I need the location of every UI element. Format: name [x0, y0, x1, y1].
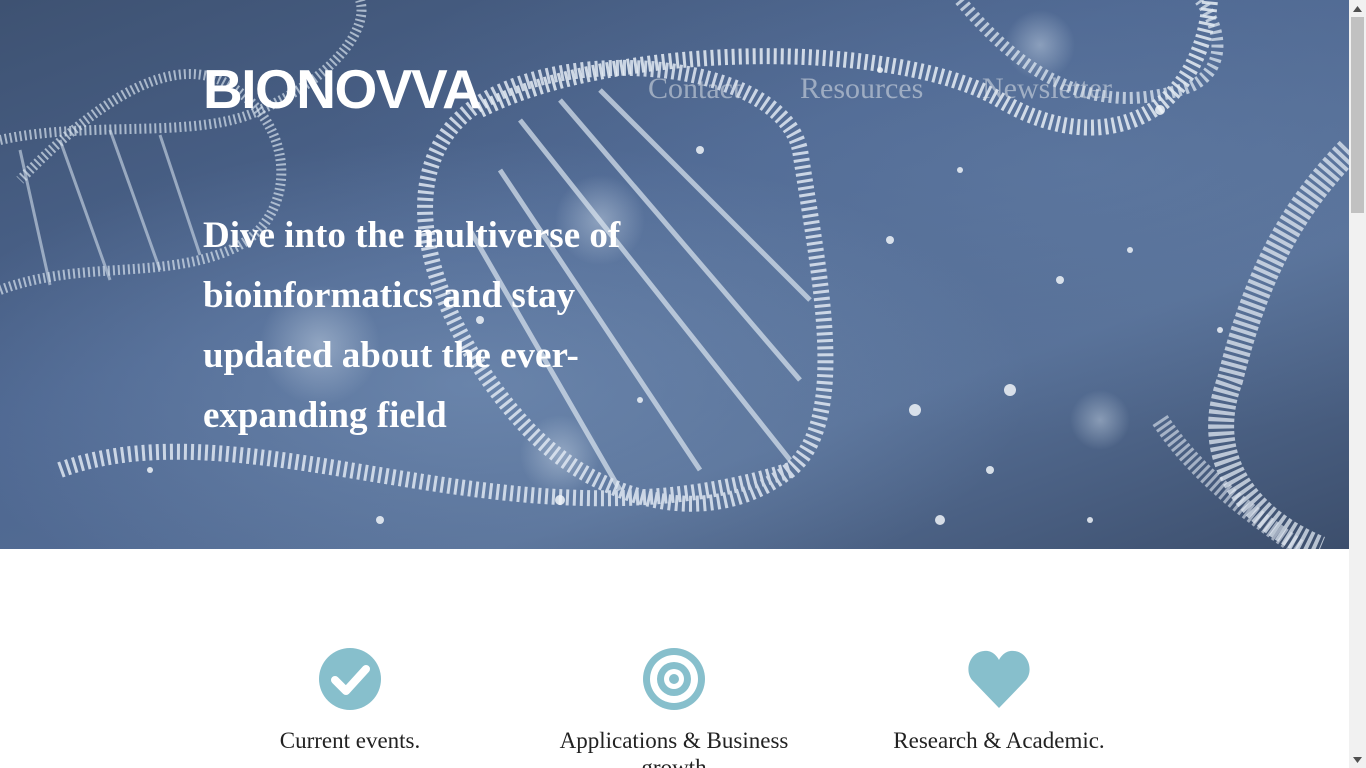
hero-banner: BIONOVVA Contact Resources Newsletter Di… — [0, 0, 1349, 549]
nav-link-newsletter[interactable]: Newsletter — [982, 70, 1112, 108]
feature-label: Current events. — [279, 728, 421, 753]
scrollbar-thumb[interactable] — [1351, 17, 1364, 213]
vertical-scrollbar[interactable] — [1349, 0, 1366, 768]
heart-icon — [968, 650, 1030, 708]
hero-tagline: Dive into the multiverse of bioinformati… — [203, 215, 621, 436]
check-circle-icon — [319, 648, 381, 710]
feature-applications-business: Applications & Business growth — [544, 648, 804, 768]
feature-label: Applications & Business growth — [559, 728, 789, 768]
brand-logo[interactable]: BIONOVVA — [203, 58, 482, 120]
scroll-down-arrow-icon[interactable] — [1349, 751, 1366, 768]
scroll-up-arrow-icon[interactable] — [1349, 0, 1366, 17]
nav-link-contact[interactable]: Contact — [648, 70, 741, 108]
nav-link-resources[interactable]: Resources — [800, 70, 923, 108]
target-icon — [643, 648, 705, 710]
feature-label: Research & Academic. — [893, 728, 1105, 753]
feature-current-events: Current events. — [220, 648, 480, 754]
feature-research-academic: Research & Academic. — [869, 648, 1129, 754]
